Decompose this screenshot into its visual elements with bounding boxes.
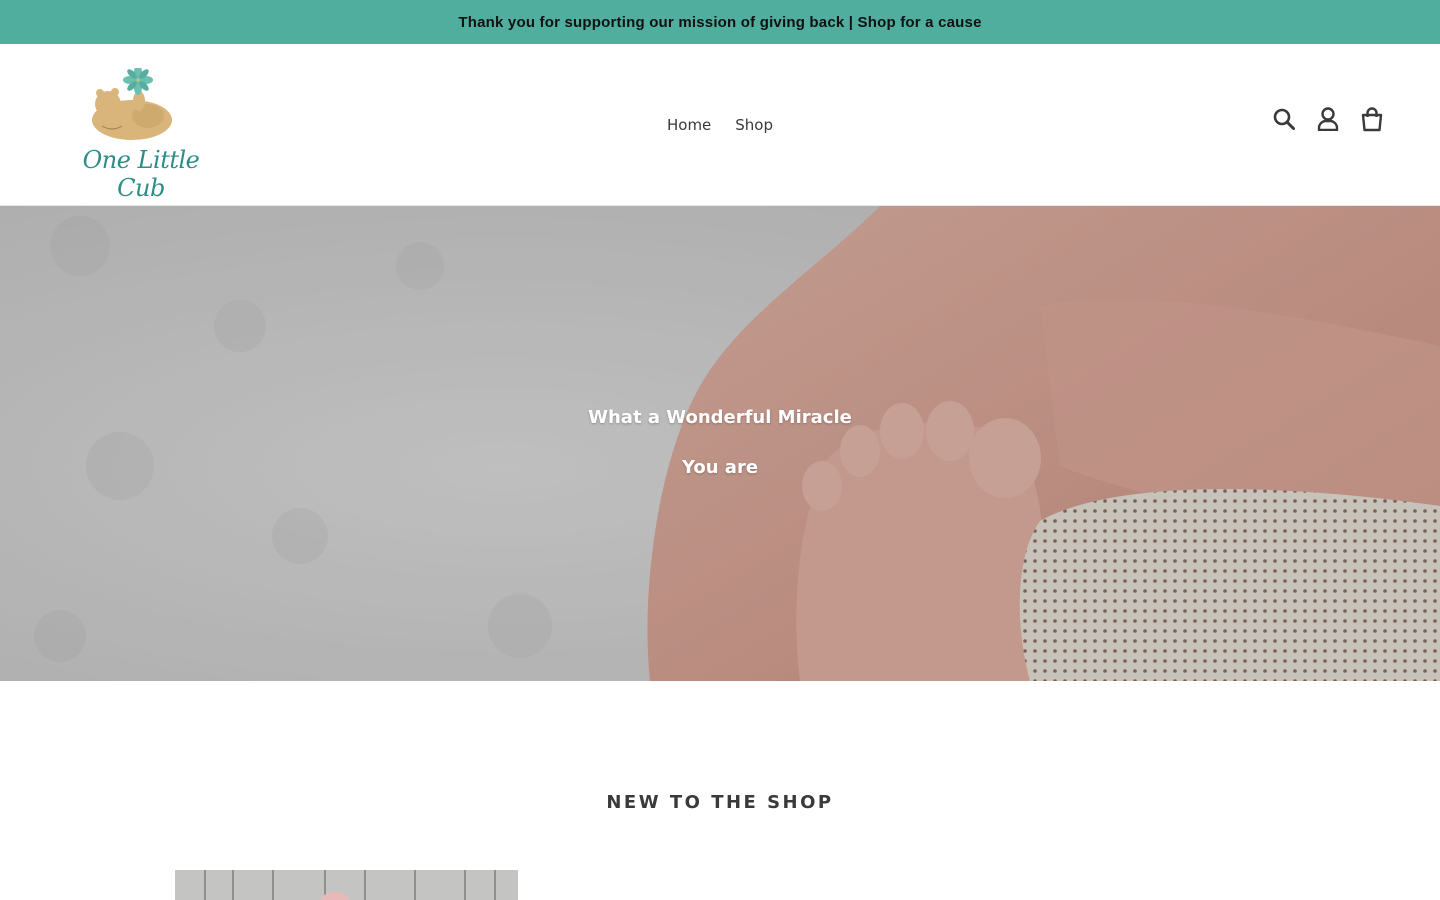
section-title-new-to-shop: NEW TO THE SHOP (606, 792, 834, 813)
product-card[interactable] (175, 870, 518, 900)
nav-shop[interactable]: Shop (723, 110, 785, 140)
hero-banner: What a Wonderful Miracle You are (0, 206, 1440, 681)
logo[interactable]: One Little Cub (62, 68, 214, 202)
header-icons (1272, 106, 1384, 132)
hero-subheading: You are (681, 457, 759, 478)
bear-logo-icon (92, 68, 172, 140)
account-icon[interactable] (1316, 106, 1340, 132)
product-image (175, 870, 518, 900)
hero-heading: What a Wonderful Miracle (588, 407, 852, 428)
hero-overlay (0, 206, 1440, 681)
announcement-text: Thank you for supporting our mission of … (458, 13, 982, 31)
announcement-bar: Thank you for supporting our mission of … (0, 0, 1440, 44)
cart-icon[interactable] (1360, 106, 1384, 132)
nav-home[interactable]: Home (655, 110, 723, 140)
site-header: One Little Cub Home Shop (0, 44, 1440, 206)
search-icon[interactable] (1272, 106, 1296, 132)
logo-text: One Little Cub (82, 146, 200, 202)
main-nav: Home Shop (0, 44, 1440, 206)
